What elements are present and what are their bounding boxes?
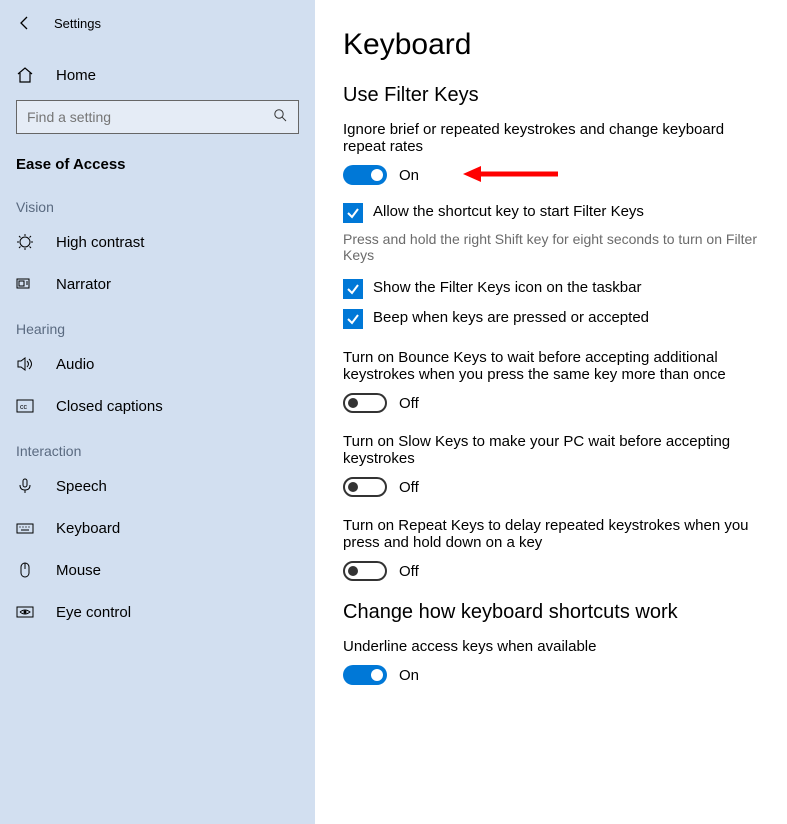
nav-speech[interactable]: Speech — [0, 465, 315, 507]
repeat-toggle[interactable] — [343, 561, 387, 581]
narrator-icon — [16, 275, 34, 293]
window-title: Settings — [54, 16, 101, 31]
repeat-desc: Turn on Repeat Keys to delay repeated ke… — [343, 517, 759, 551]
slow-desc: Turn on Slow Keys to make your PC wait b… — [343, 433, 759, 467]
section-header: Ease of Access — [0, 146, 315, 183]
taskbar-label: Show the Filter Keys icon on the taskbar — [373, 279, 641, 296]
nav-home[interactable]: Home — [0, 56, 315, 94]
nav-label: Mouse — [56, 562, 101, 579]
nav-high-contrast[interactable]: High contrast — [0, 221, 315, 263]
title-bar: Settings — [0, 0, 315, 46]
taskbar-checkbox[interactable] — [343, 279, 363, 299]
nav-keyboard[interactable]: Keyboard — [0, 507, 315, 549]
filter-heading: Use Filter Keys — [343, 84, 759, 107]
shortcut-hint: Press and hold the right Shift key for e… — [343, 231, 759, 263]
annotation-arrow — [463, 159, 563, 189]
sidebar: Settings Home Ease of Access Vision High… — [0, 0, 315, 824]
nav-label: Narrator — [56, 276, 111, 293]
group-hearing: Hearing — [0, 305, 315, 343]
nav-audio[interactable]: Audio — [0, 343, 315, 385]
back-button[interactable] — [14, 12, 36, 34]
filter-keys-state: On — [399, 167, 419, 184]
nav-label: Eye control — [56, 604, 131, 621]
contrast-icon — [16, 233, 34, 251]
mic-icon — [16, 477, 34, 495]
nav-closed-captions[interactable]: cc Closed captions — [0, 385, 315, 427]
underline-desc: Underline access keys when available — [343, 638, 759, 655]
nav-label: Keyboard — [56, 520, 120, 537]
filter-keys-toggle[interactable] — [343, 165, 387, 185]
search-box[interactable] — [16, 100, 299, 134]
eye-icon — [16, 603, 34, 621]
page-title: Keyboard — [343, 28, 759, 62]
keyboard-icon — [16, 519, 34, 537]
underline-state: On — [399, 667, 419, 684]
shortcut-checkbox[interactable] — [343, 203, 363, 223]
svg-text:cc: cc — [20, 404, 28, 411]
nav-mouse[interactable]: Mouse — [0, 549, 315, 591]
slow-state: Off — [399, 479, 419, 496]
nav-label: Closed captions — [56, 398, 163, 415]
bounce-toggle[interactable] — [343, 393, 387, 413]
audio-icon — [16, 355, 34, 373]
bounce-state: Off — [399, 395, 419, 412]
filter-desc: Ignore brief or repeated keystrokes and … — [343, 121, 759, 155]
mouse-icon — [16, 561, 34, 579]
shortcut-label: Allow the shortcut key to start Filter K… — [373, 203, 644, 220]
search-input[interactable] — [27, 109, 273, 125]
beep-label: Beep when keys are pressed or accepted — [373, 309, 649, 326]
shortcuts-heading: Change how keyboard shortcuts work — [343, 601, 759, 624]
nav-label: Audio — [56, 356, 94, 373]
nav-label: High contrast — [56, 234, 144, 251]
repeat-state: Off — [399, 563, 419, 580]
nav-narrator[interactable]: Narrator — [0, 263, 315, 305]
group-interaction: Interaction — [0, 427, 315, 465]
group-vision: Vision — [0, 183, 315, 221]
content-pane: Keyboard Use Filter Keys Ignore brief or… — [315, 0, 787, 824]
nav-eye-control[interactable]: Eye control — [0, 591, 315, 633]
slow-toggle[interactable] — [343, 477, 387, 497]
cc-icon: cc — [16, 397, 34, 415]
search-container — [0, 94, 315, 146]
home-icon — [16, 66, 34, 84]
bounce-desc: Turn on Bounce Keys to wait before accep… — [343, 349, 759, 383]
underline-toggle[interactable] — [343, 665, 387, 685]
nav-label: Speech — [56, 478, 107, 495]
search-icon — [273, 108, 288, 127]
nav-home-label: Home — [56, 67, 96, 84]
beep-checkbox[interactable] — [343, 309, 363, 329]
